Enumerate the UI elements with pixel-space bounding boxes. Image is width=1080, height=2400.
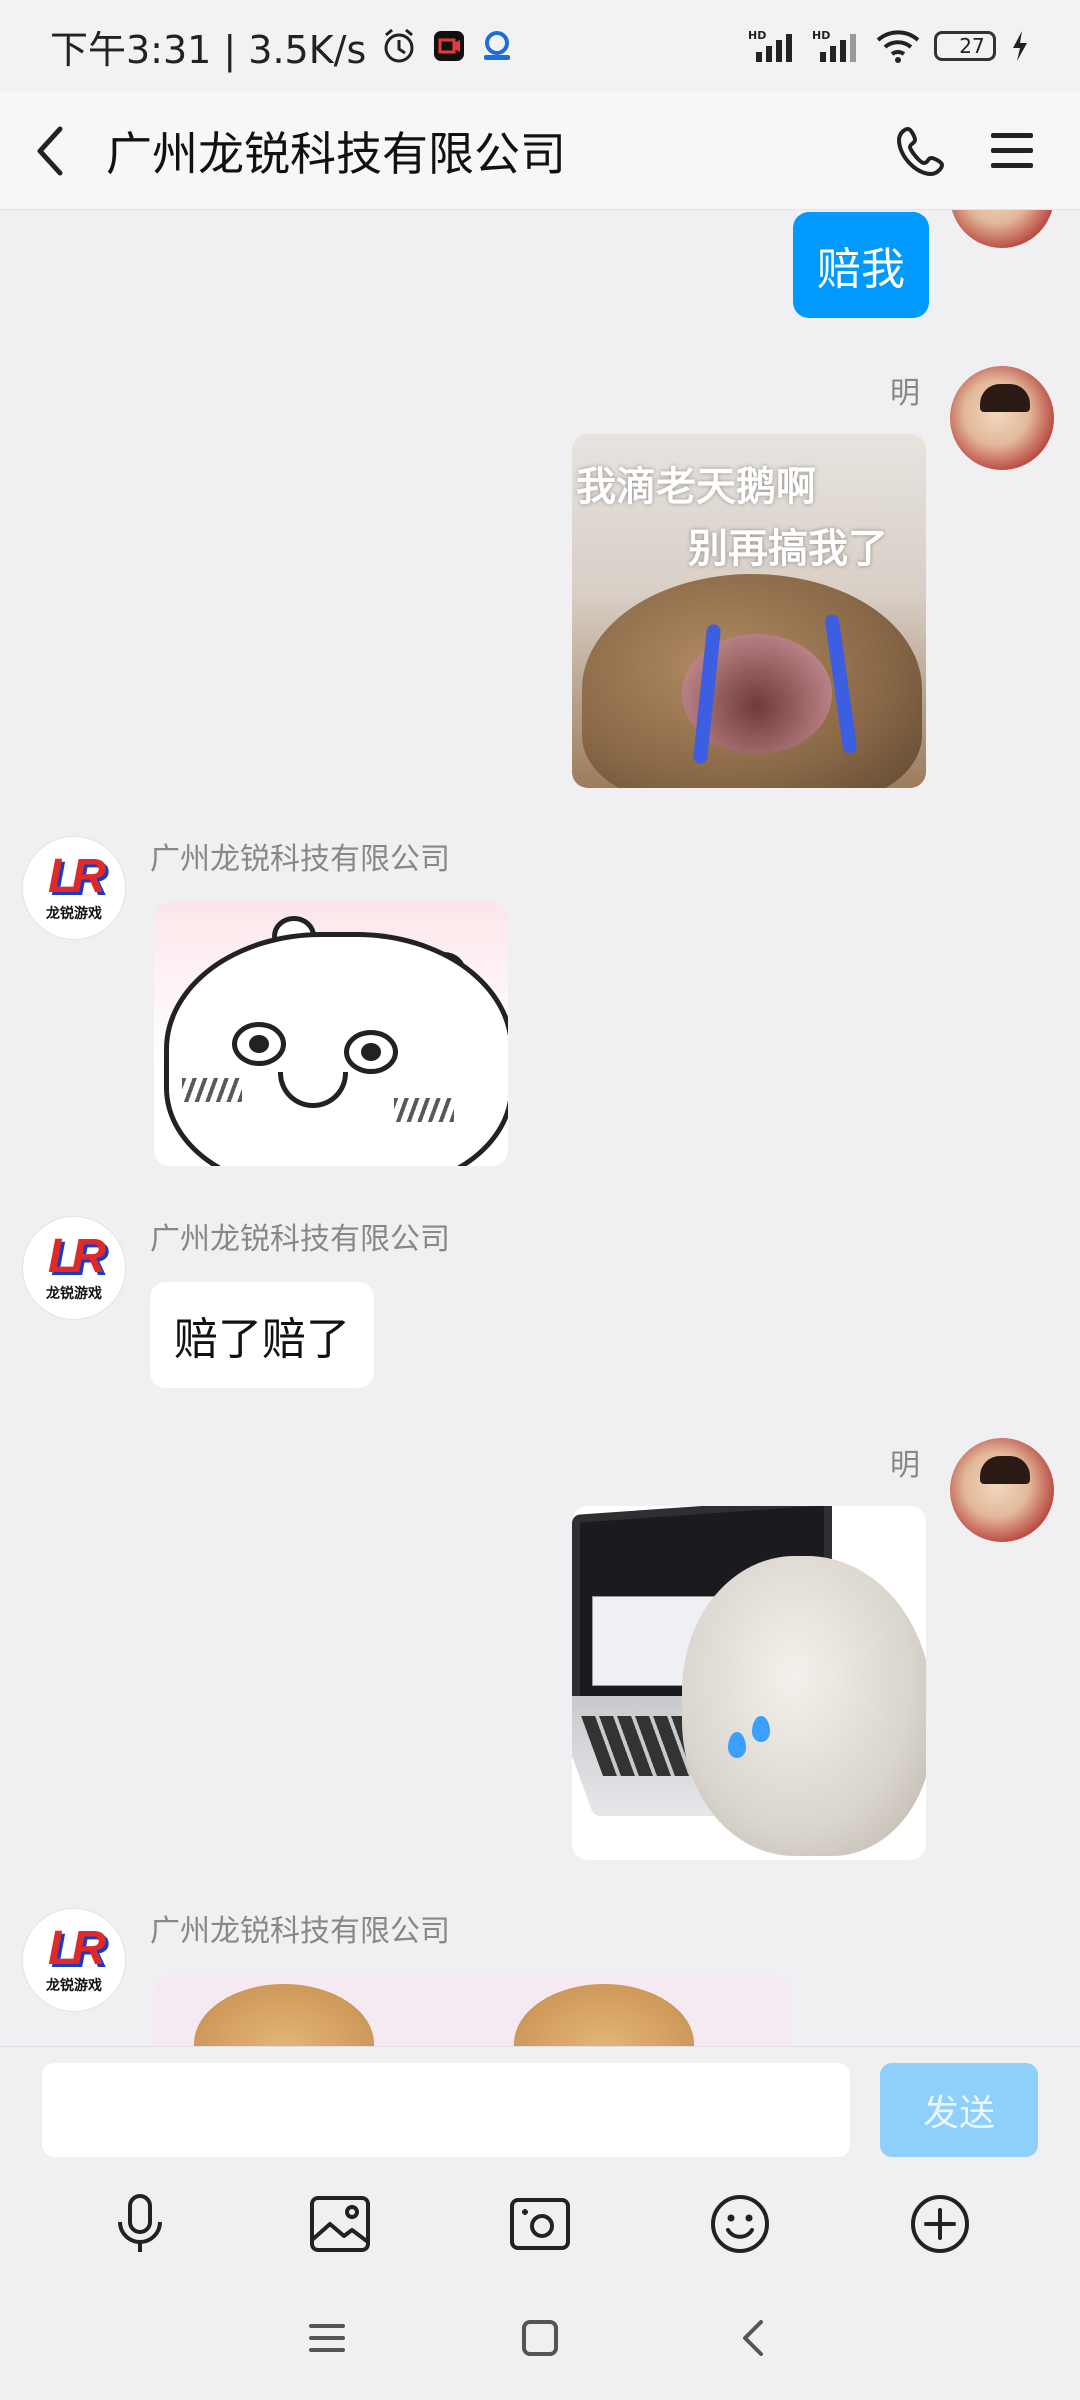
call-button[interactable]	[890, 119, 954, 183]
back-button[interactable]	[0, 92, 100, 210]
sticker-cute-bear[interactable]	[154, 902, 508, 1166]
back-nav-button[interactable]	[718, 2303, 788, 2373]
avatar-logo-mark: LR	[48, 1922, 106, 1975]
sticker-bear-face	[164, 932, 508, 1166]
home-icon	[521, 2320, 558, 2356]
message-bubble-outgoing[interactable]: 赔我	[793, 212, 929, 318]
recents-button[interactable]	[292, 2303, 362, 2373]
hd-signal-icon: HD	[748, 28, 798, 64]
back-nav-icon	[743, 2320, 764, 2356]
sticker-crying-cat[interactable]: 我滴老天鹅啊 别再搞我了	[572, 434, 926, 788]
menu-icon	[991, 132, 1033, 168]
sender-name: 明	[890, 1448, 920, 1483]
avatar[interactable]	[950, 210, 1054, 248]
sticker-cat-body	[682, 1556, 926, 1856]
chat-header: 广州龙锐科技有限公司	[0, 92, 1080, 210]
avatar[interactable]	[950, 1438, 1054, 1542]
sender-name: 广州龙锐科技有限公司	[150, 1222, 450, 1257]
system-nav-bar	[0, 2276, 1080, 2400]
avatar[interactable]: LR 龙锐游戏	[22, 1216, 126, 1320]
battery-icon: 27	[934, 31, 996, 61]
sticker-tear-drop	[752, 1716, 770, 1742]
avatar-logo-mark: LR	[48, 1230, 106, 1283]
sticker-bear-blush	[394, 1098, 454, 1122]
battery-level: 27	[959, 34, 985, 58]
alarm-icon	[380, 27, 418, 65]
image-icon	[310, 2196, 370, 2252]
photo-button[interactable]	[300, 2184, 380, 2264]
sticker-bear-blush	[182, 1078, 242, 1102]
phone-icon	[897, 126, 944, 176]
sticker-cat-laptop[interactable]	[572, 1506, 926, 1860]
more-menu-button[interactable]	[980, 119, 1044, 183]
status-time-speed: 下午3:31 | 3.5K/s	[50, 27, 367, 72]
svg-text:HD: HD	[748, 29, 766, 42]
sticker-bear-eye	[344, 1030, 398, 1074]
message-input[interactable]	[42, 2063, 850, 2157]
chat-message-list[interactable]: 赔我 明 我滴老天鹅啊 别再搞我了 LR 龙锐游戏 广州龙锐科技有限公司 LR …	[0, 210, 1080, 2046]
sender-name: 广州龙锐科技有限公司	[150, 1914, 450, 1949]
more-actions-button[interactable]	[900, 2184, 980, 2264]
message-text: 赔我	[817, 244, 905, 295]
message-text: 赔了赔了	[174, 1314, 350, 1365]
hd-signal-icon: HD	[812, 28, 862, 64]
plus-icon	[911, 2195, 969, 2253]
wifi-icon	[876, 29, 920, 63]
sticker-tear-drop	[728, 1732, 746, 1758]
chat-title: 广州龙锐科技有限公司	[106, 126, 566, 181]
voice-button[interactable]	[100, 2184, 180, 2264]
sender-name: 广州龙锐科技有限公司	[150, 842, 450, 877]
sticker-cat-head	[514, 1984, 694, 2046]
recents-icon	[308, 2324, 345, 2352]
avatar[interactable]	[950, 366, 1054, 470]
sticker-caption-line2: 别再搞我了	[688, 526, 888, 572]
emoji-button[interactable]	[700, 2184, 780, 2264]
microphone-icon	[118, 2194, 162, 2252]
sticker-caption-line1: 我滴老天鹅啊	[576, 464, 816, 510]
send-button[interactable]: 发送	[880, 2063, 1038, 2157]
home-button[interactable]	[505, 2303, 575, 2373]
sticker-two-cats[interactable]	[154, 1974, 792, 2046]
avatar-logo-subtitle: 龙锐游戏	[46, 906, 102, 922]
svg-text:HD: HD	[812, 29, 830, 42]
status-bar: 下午3:31 | 3.5K/s HD HD 27	[0, 0, 1080, 92]
sender-name: 明	[890, 376, 920, 411]
message-bubble-incoming[interactable]: 赔了赔了	[150, 1282, 374, 1388]
video-app-icon	[432, 29, 466, 63]
chat-toolbar	[0, 2172, 1080, 2276]
camera-button[interactable]	[500, 2184, 580, 2264]
sticker-bear-eye	[232, 1022, 286, 1066]
message-input-bar: 发送	[0, 2046, 1080, 2172]
avatar-logo-subtitle: 龙锐游戏	[46, 1978, 102, 1994]
emoji-icon	[711, 2195, 769, 2253]
back-icon	[37, 126, 63, 175]
app-icon	[480, 29, 514, 63]
camera-icon	[510, 2198, 570, 2250]
sticker-cat-head	[194, 1984, 374, 2046]
avatar-logo-subtitle: 龙锐游戏	[46, 1286, 102, 1302]
avatar[interactable]: LR 龙锐游戏	[22, 836, 126, 940]
charging-icon	[1010, 29, 1030, 63]
avatar[interactable]: LR 龙锐游戏	[22, 1908, 126, 2012]
avatar-logo-mark: LR	[48, 850, 106, 903]
